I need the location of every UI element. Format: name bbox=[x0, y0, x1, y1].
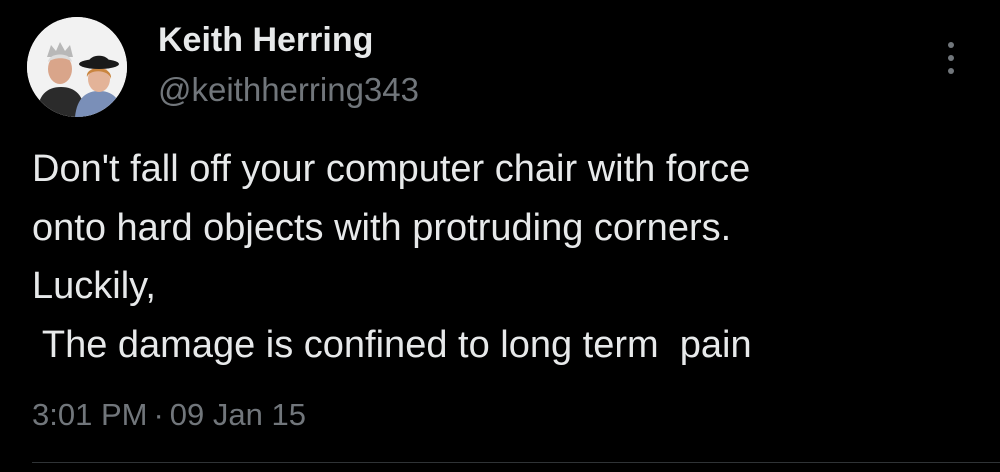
more-vertical-icon[interactable] bbox=[936, 36, 966, 80]
tweet-timestamp[interactable]: 3:01 PM · 09 Jan 15 bbox=[32, 393, 306, 437]
more-dot bbox=[948, 55, 954, 61]
meta-separator: · bbox=[153, 397, 164, 432]
tweet-text-line: The damage is confined to long term pain bbox=[32, 323, 752, 366]
more-dot bbox=[948, 42, 954, 48]
tweet-date: 09 Jan 15 bbox=[169, 397, 306, 432]
divider bbox=[32, 462, 1000, 463]
tweet-text-line: onto hard objects with protruding corner… bbox=[32, 206, 732, 249]
author-avatar[interactable] bbox=[27, 17, 127, 117]
profile-photo-icon bbox=[27, 17, 127, 117]
tweet-text: Don't fall off your computer chair with … bbox=[32, 140, 982, 374]
tweet-text-line: Luckily, bbox=[32, 265, 156, 307]
tweet: Keith Herring @keithherring343 Don't fal… bbox=[0, 0, 1000, 472]
tweet-text-line: Don't fall off your computer chair with … bbox=[32, 148, 751, 190]
author-name[interactable]: Keith Herring bbox=[158, 18, 373, 62]
author-handle[interactable]: @keithherring343 bbox=[158, 68, 419, 112]
tweet-time: 3:01 PM bbox=[32, 397, 148, 432]
more-dot bbox=[948, 68, 954, 74]
